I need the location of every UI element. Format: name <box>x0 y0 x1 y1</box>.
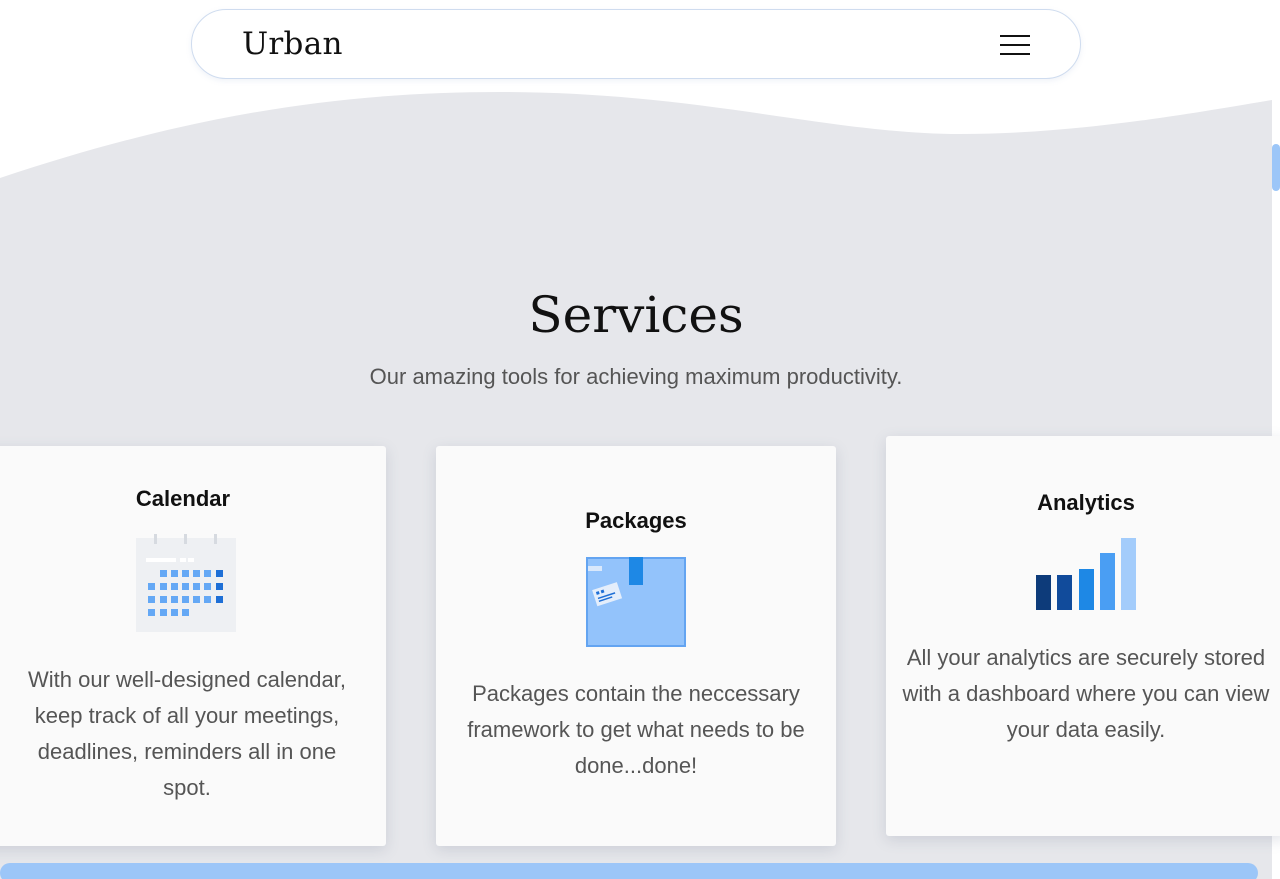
bar-chart-icon <box>1036 538 1136 610</box>
card-title: Calendar <box>135 486 231 511</box>
card-description: All your analytics are securely stored w… <box>902 645 1270 742</box>
card-description: Packages contain the neccessary framewor… <box>467 681 805 778</box>
service-card-calendar: Calendar With our well-designed calendar… <box>0 446 386 846</box>
scrollbar-thumb[interactable] <box>1272 144 1280 191</box>
section-title: Services <box>528 286 744 344</box>
service-card-analytics: Analytics All your analytics are securel… <box>886 436 1280 836</box>
navbar: Urban <box>191 9 1081 79</box>
section-subtitle: Our amazing tools for achieving maximum … <box>369 364 903 389</box>
card-title: Analytics <box>1037 490 1135 515</box>
calendar-icon <box>136 534 236 632</box>
card-description: With our well-designed calendar, keep tr… <box>28 667 346 800</box>
package-box-icon <box>586 557 686 647</box>
brand-logo[interactable]: Urban <box>242 26 343 62</box>
service-card-packages: Packages Packages contain the neccessary… <box>436 446 836 846</box>
bottom-accent-bar <box>0 863 1258 879</box>
hamburger-menu-icon[interactable] <box>998 32 1032 58</box>
card-title: Packages <box>585 508 687 533</box>
